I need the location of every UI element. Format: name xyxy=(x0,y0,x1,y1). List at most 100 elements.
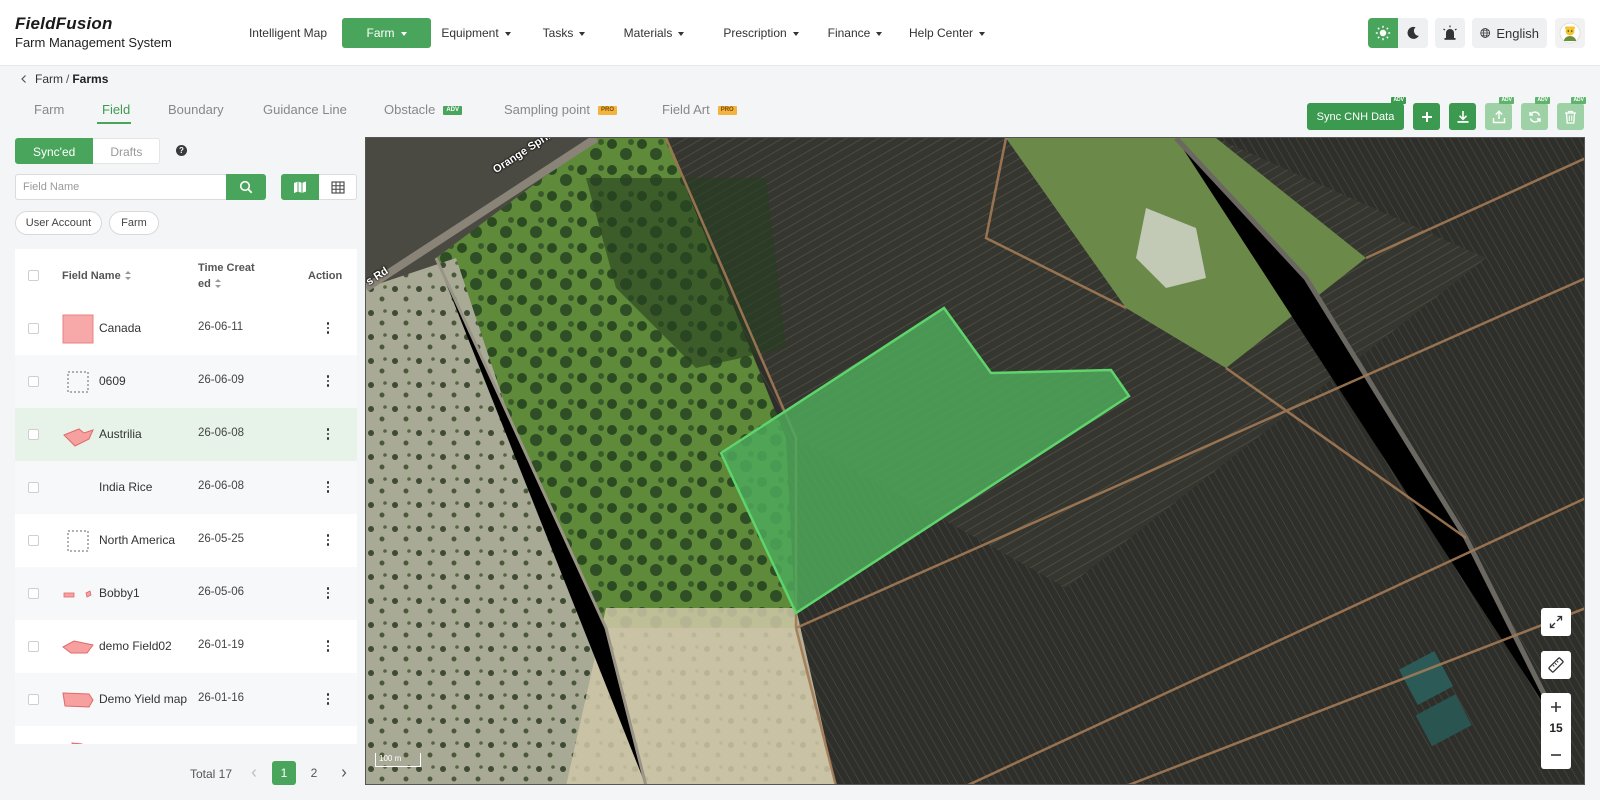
nav-label: Farm xyxy=(366,26,395,40)
sun-icon xyxy=(1375,25,1391,41)
refresh-button[interactable]: ADV xyxy=(1521,97,1550,130)
drafts-tab[interactable]: Drafts xyxy=(93,138,161,164)
column-label: Field Name xyxy=(62,270,121,282)
user-account-filter-chip[interactable]: User Account xyxy=(15,211,102,235)
measure-button[interactable] xyxy=(1541,651,1571,679)
row-checkbox[interactable] xyxy=(28,376,39,387)
row-checkbox[interactable] xyxy=(28,588,39,599)
chevron-down-icon xyxy=(979,31,986,36)
more-actions-icon[interactable] xyxy=(323,424,333,444)
nav-label: Materials xyxy=(623,26,673,40)
nav-materials[interactable]: Materials xyxy=(622,18,686,48)
row-checkbox[interactable] xyxy=(28,641,39,652)
zoom-control: 15 xyxy=(1541,693,1571,769)
row-checkbox[interactable] xyxy=(28,535,39,546)
satellite-map[interactable]: Orange Spring s Rd xyxy=(365,137,1585,785)
more-actions-icon[interactable] xyxy=(323,477,333,497)
tab-obstacle[interactable]: Obstacle ADV xyxy=(384,100,462,124)
globe-icon xyxy=(1480,28,1491,38)
row-checkbox[interactable] xyxy=(28,323,39,334)
download-icon xyxy=(1457,110,1468,123)
next-page-button[interactable] xyxy=(334,761,354,785)
more-actions-icon[interactable] xyxy=(323,636,333,656)
tab-guidance-line[interactable]: Guidance Line xyxy=(263,100,347,124)
row-checkbox[interactable] xyxy=(28,482,39,493)
nav-intelligent-map[interactable]: Intelligent Map xyxy=(238,18,338,48)
fullscreen-button[interactable] xyxy=(1541,608,1571,636)
sync-cnh-data-button[interactable]: Sync CNH Data ADV xyxy=(1307,97,1406,130)
add-field-button[interactable] xyxy=(1413,103,1440,130)
pagination-total: Total 17 xyxy=(190,767,233,781)
table-row[interactable]: Bobby1 26-05-06 xyxy=(15,567,357,620)
time-created-column-header[interactable]: Time Creat ed xyxy=(198,260,268,292)
nav-help-center[interactable]: Help Center xyxy=(909,18,986,48)
table-row[interactable]: Austrilia 26-06-08 xyxy=(15,408,357,461)
row-checkbox[interactable] xyxy=(28,694,39,705)
field-name: North America xyxy=(99,533,176,547)
upload-button[interactable]: ADV xyxy=(1485,97,1514,130)
field-name-search-input[interactable] xyxy=(15,174,227,200)
more-actions-icon[interactable] xyxy=(323,689,333,709)
more-actions-icon[interactable] xyxy=(323,318,333,338)
more-actions-icon[interactable] xyxy=(323,583,333,603)
delete-button[interactable]: ADV xyxy=(1557,97,1586,130)
page-2-button[interactable]: 2 xyxy=(302,761,326,785)
nav-farm[interactable]: Farm xyxy=(342,18,431,48)
help-icon[interactable]: ? xyxy=(176,145,187,156)
language-label: English xyxy=(1496,25,1539,41)
nav-prescription[interactable]: Prescription xyxy=(722,18,800,48)
prev-page-button[interactable] xyxy=(244,761,264,785)
farm-filter-chip[interactable]: Farm xyxy=(109,211,159,235)
chevron-down-icon xyxy=(400,31,407,36)
more-actions-icon[interactable] xyxy=(323,530,333,550)
map-scale-bar: 100 m xyxy=(375,753,421,767)
user-avatar[interactable] xyxy=(1555,18,1585,48)
download-button[interactable] xyxy=(1449,103,1476,130)
field-shape-thumbnail xyxy=(63,428,94,447)
nav-equipment[interactable]: Equipment xyxy=(437,18,515,48)
tab-sampling-point[interactable]: Sampling point PRO xyxy=(504,100,618,124)
page-1-button[interactable]: 1 xyxy=(272,761,296,785)
tab-farm[interactable]: Farm xyxy=(34,100,64,124)
expand-icon xyxy=(1549,615,1563,629)
tab-boundary[interactable]: Boundary xyxy=(168,100,224,124)
select-all-checkbox[interactable] xyxy=(28,270,39,281)
alert-button[interactable] xyxy=(1435,18,1465,48)
table-view-button[interactable] xyxy=(319,174,357,200)
breadcrumb-parent[interactable]: Farm xyxy=(35,71,63,87)
tab-label: Obstacle xyxy=(384,102,436,117)
light-theme-button[interactable] xyxy=(1368,18,1398,48)
language-selector[interactable]: English xyxy=(1472,18,1547,48)
more-actions-icon[interactable] xyxy=(323,371,333,391)
nav-tasks[interactable]: Tasks xyxy=(541,18,587,48)
nav-finance[interactable]: Finance xyxy=(827,18,883,48)
zoom-out-button[interactable] xyxy=(1541,743,1571,767)
table-row[interactable]: 0609 26-06-09 xyxy=(15,355,357,408)
field-name-column-header[interactable]: Field Name xyxy=(62,268,131,284)
table-row[interactable]: Canada 26-06-11 xyxy=(15,302,357,355)
table-row-partial[interactable] xyxy=(15,726,357,744)
tab-field-art[interactable]: Field Art PRO xyxy=(662,100,737,124)
field-name: Canada xyxy=(99,321,142,335)
map-view-button[interactable] xyxy=(281,174,319,200)
zoom-in-button[interactable] xyxy=(1541,695,1571,719)
minus-icon xyxy=(1551,754,1561,756)
logo[interactable]: FieldFusion Farm Management System xyxy=(15,15,172,51)
table-row[interactable]: India Rice 26-06-08 xyxy=(15,461,357,514)
table-row[interactable]: Demo Yield map 26-01-16 xyxy=(15,673,357,726)
back-chevron-icon[interactable] xyxy=(19,74,29,84)
row-checkbox[interactable] xyxy=(28,429,39,440)
breadcrumb: Farm / Farms xyxy=(19,71,108,87)
sort-icon xyxy=(214,279,221,289)
tab-field[interactable]: Field xyxy=(102,100,130,124)
field-date: 26-05-06 xyxy=(198,586,245,598)
field-shape-thumbnail xyxy=(67,371,89,393)
table-row[interactable]: North America 26-05-25 xyxy=(15,514,357,567)
dark-theme-button[interactable] xyxy=(1398,18,1428,48)
chevron-down-icon xyxy=(579,31,586,36)
adv-badge: ADV xyxy=(1535,97,1550,104)
synced-tab[interactable]: Sync'ed xyxy=(15,138,94,164)
table-row[interactable]: demo Field02 26-01-19 xyxy=(15,620,357,673)
field-date: 26-06-08 xyxy=(198,480,245,492)
search-button[interactable] xyxy=(226,174,266,200)
